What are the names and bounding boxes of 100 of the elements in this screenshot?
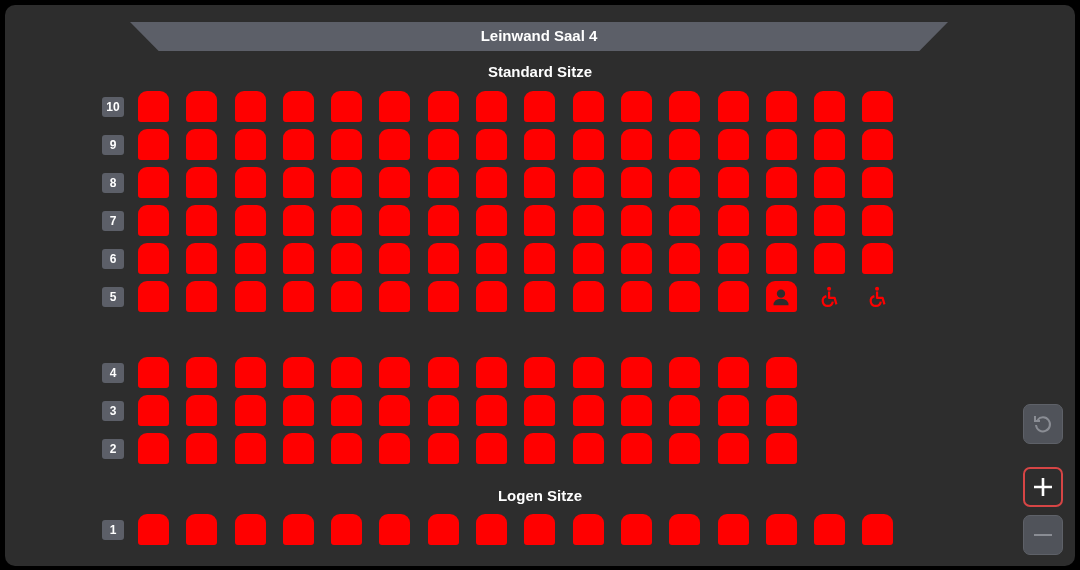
seat[interactable] bbox=[186, 205, 218, 236]
seat[interactable] bbox=[524, 433, 556, 464]
seat[interactable] bbox=[234, 281, 266, 312]
seat[interactable] bbox=[765, 395, 797, 426]
seat[interactable] bbox=[234, 433, 266, 464]
zoom-in-button[interactable] bbox=[1023, 467, 1063, 507]
seat[interactable] bbox=[524, 205, 556, 236]
seat[interactable] bbox=[862, 129, 894, 160]
seat[interactable] bbox=[427, 514, 459, 545]
seat[interactable] bbox=[814, 167, 846, 198]
seat[interactable] bbox=[524, 514, 556, 545]
seat[interactable] bbox=[765, 357, 797, 388]
seat[interactable] bbox=[476, 514, 508, 545]
seat[interactable] bbox=[524, 243, 556, 274]
seat[interactable] bbox=[427, 433, 459, 464]
seat[interactable] bbox=[476, 243, 508, 274]
seat[interactable] bbox=[620, 433, 652, 464]
seat[interactable] bbox=[524, 281, 556, 312]
seat[interactable] bbox=[765, 433, 797, 464]
seat[interactable] bbox=[572, 395, 604, 426]
seat[interactable] bbox=[572, 167, 604, 198]
seat[interactable] bbox=[138, 205, 169, 236]
seat[interactable] bbox=[186, 129, 218, 160]
seat[interactable] bbox=[524, 395, 556, 426]
seat[interactable] bbox=[138, 243, 169, 274]
seat[interactable] bbox=[234, 357, 266, 388]
seat[interactable] bbox=[476, 357, 508, 388]
seat[interactable] bbox=[234, 395, 266, 426]
seat[interactable] bbox=[186, 357, 218, 388]
seat[interactable] bbox=[524, 357, 556, 388]
seat[interactable] bbox=[138, 129, 169, 160]
seat[interactable] bbox=[379, 281, 411, 312]
seat[interactable] bbox=[476, 433, 508, 464]
seat[interactable] bbox=[331, 167, 363, 198]
seat[interactable] bbox=[572, 91, 604, 122]
seat[interactable] bbox=[186, 514, 218, 545]
seat[interactable] bbox=[669, 167, 701, 198]
seat[interactable] bbox=[138, 433, 169, 464]
seat[interactable] bbox=[476, 395, 508, 426]
seat[interactable] bbox=[862, 514, 894, 545]
seat[interactable] bbox=[765, 514, 797, 545]
seat[interactable] bbox=[862, 205, 894, 236]
seat[interactable] bbox=[717, 243, 749, 274]
seat[interactable] bbox=[814, 129, 846, 160]
seat[interactable] bbox=[476, 167, 508, 198]
seat[interactable] bbox=[282, 167, 314, 198]
seat[interactable] bbox=[282, 281, 314, 312]
seat[interactable] bbox=[717, 205, 749, 236]
seat[interactable] bbox=[620, 514, 652, 545]
seat[interactable] bbox=[524, 91, 556, 122]
seat[interactable] bbox=[379, 395, 411, 426]
seat[interactable] bbox=[669, 91, 701, 122]
seat[interactable] bbox=[186, 281, 218, 312]
seat[interactable] bbox=[717, 129, 749, 160]
seat[interactable] bbox=[572, 129, 604, 160]
seat[interactable] bbox=[524, 167, 556, 198]
seat[interactable] bbox=[427, 91, 459, 122]
seat[interactable] bbox=[620, 129, 652, 160]
seat[interactable] bbox=[282, 357, 314, 388]
seat[interactable] bbox=[669, 205, 701, 236]
seat[interactable] bbox=[572, 243, 604, 274]
seat[interactable] bbox=[234, 129, 266, 160]
seat[interactable] bbox=[620, 91, 652, 122]
seat[interactable] bbox=[669, 357, 701, 388]
seat[interactable] bbox=[379, 129, 411, 160]
seat[interactable] bbox=[331, 91, 363, 122]
seat[interactable] bbox=[138, 281, 169, 312]
seat[interactable] bbox=[331, 514, 363, 545]
seat[interactable] bbox=[331, 129, 363, 160]
seat[interactable] bbox=[282, 243, 314, 274]
seat[interactable] bbox=[620, 357, 652, 388]
seat[interactable] bbox=[282, 91, 314, 122]
seat[interactable] bbox=[282, 395, 314, 426]
seat[interactable] bbox=[620, 243, 652, 274]
seat[interactable] bbox=[427, 357, 459, 388]
seat[interactable] bbox=[765, 167, 797, 198]
seat[interactable] bbox=[717, 357, 749, 388]
seat[interactable] bbox=[572, 281, 604, 312]
seat[interactable] bbox=[379, 205, 411, 236]
seat[interactable] bbox=[814, 91, 846, 122]
seat[interactable] bbox=[427, 395, 459, 426]
seat[interactable] bbox=[138, 514, 169, 545]
seat[interactable] bbox=[814, 205, 846, 236]
seat[interactable] bbox=[379, 243, 411, 274]
seat[interactable] bbox=[379, 91, 411, 122]
seat[interactable] bbox=[138, 167, 169, 198]
seat[interactable] bbox=[138, 357, 169, 388]
seat[interactable] bbox=[331, 205, 363, 236]
seat[interactable] bbox=[765, 205, 797, 236]
seat[interactable] bbox=[765, 91, 797, 122]
seat[interactable] bbox=[717, 395, 749, 426]
seat[interactable] bbox=[234, 243, 266, 274]
seat[interactable] bbox=[814, 243, 846, 274]
seat[interactable] bbox=[620, 281, 652, 312]
seat[interactable] bbox=[234, 514, 266, 545]
seat[interactable] bbox=[669, 129, 701, 160]
seat[interactable] bbox=[234, 205, 266, 236]
seat[interactable] bbox=[620, 167, 652, 198]
seat[interactable] bbox=[427, 205, 459, 236]
seat[interactable] bbox=[862, 167, 894, 198]
